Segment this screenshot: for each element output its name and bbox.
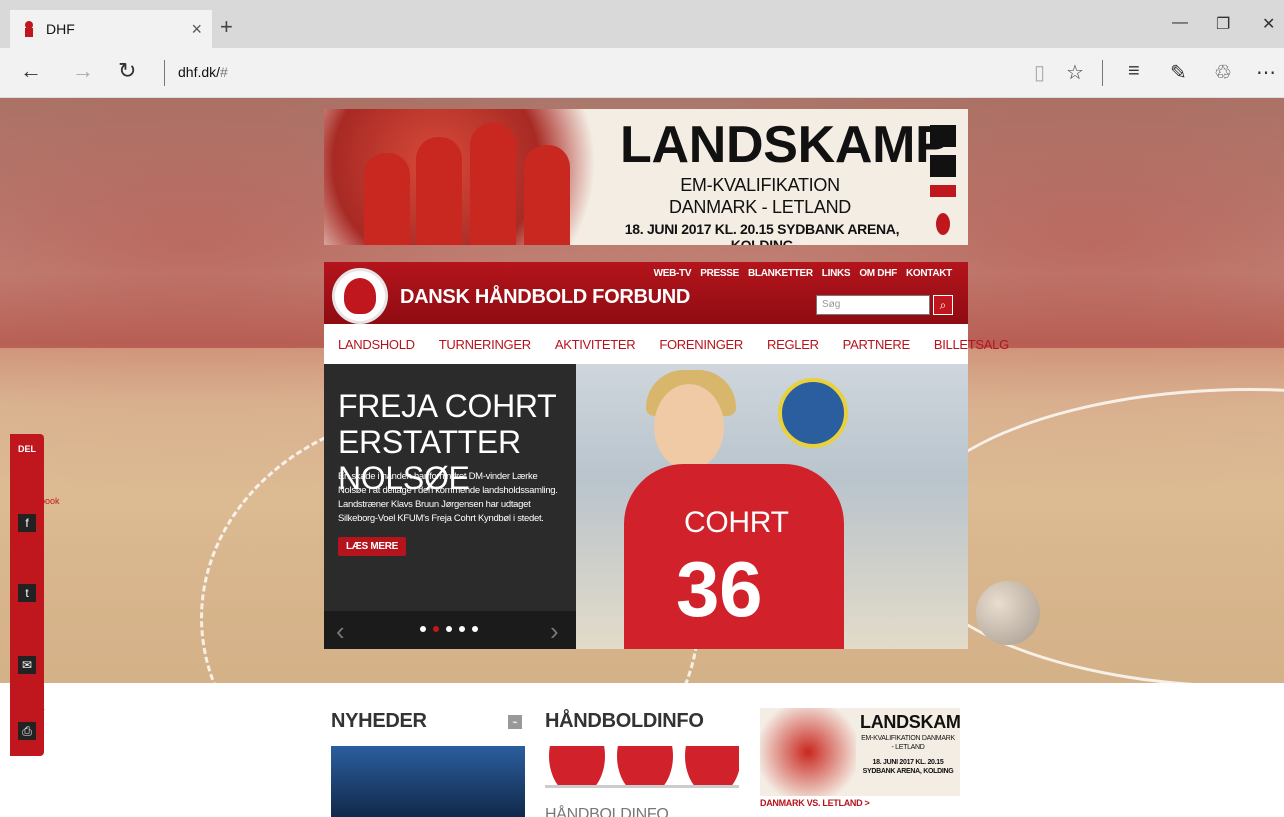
stripe xyxy=(617,746,673,785)
print-hint: v xyxy=(40,706,45,716)
jersey-name: COHRT xyxy=(684,506,789,539)
facebook-icon[interactable]: f xyxy=(18,514,36,532)
sponsor-logo xyxy=(930,125,956,147)
stripe xyxy=(685,746,739,785)
slider-dot[interactable] xyxy=(433,626,439,632)
banner-match: DANMARK - LETLAND xyxy=(669,197,851,217)
banner-subtitle: EM-KVALIFIKATION xyxy=(680,175,840,195)
divider xyxy=(1102,60,1103,86)
top-link-presse[interactable]: PRESSE xyxy=(700,268,739,279)
landskamp-banner[interactable]: LANDSKAMP EM-KVALIFIKATION DANMARK - LET… xyxy=(324,109,968,245)
puma-logo xyxy=(930,155,956,177)
print-icon[interactable]: ⎙ xyxy=(18,722,36,740)
slider-dots xyxy=(420,626,478,632)
small-banner-date: 18. JUNI 2017 KL. 20.15 SYDBANK ARENA, K… xyxy=(862,759,954,775)
divider xyxy=(164,60,165,86)
org-name[interactable]: DANSK HÅNDBOLD FORBUND xyxy=(400,286,690,309)
banner-headline: LANDSKAMP xyxy=(620,116,950,174)
banner-date: 18. JUNI 2017 KL. 20.15 SYDBANK ARENA, K… xyxy=(624,221,900,245)
player-figure xyxy=(364,153,410,245)
news-heading[interactable]: NYHEDER xyxy=(331,710,427,733)
more-icon[interactable]: ⋯ xyxy=(1256,60,1276,85)
hero-player-head xyxy=(654,384,724,470)
share-label: DEL xyxy=(18,444,36,454)
nav-turneringer[interactable]: TURNERINGER xyxy=(439,337,531,352)
stripe xyxy=(549,746,605,785)
top-link-blanketter[interactable]: BLANKETTER xyxy=(748,268,813,279)
close-window-button[interactable]: ✕ xyxy=(1262,14,1275,34)
dhf-logo-mark xyxy=(344,278,376,314)
handball-decoration xyxy=(976,581,1040,645)
browser-tab[interactable]: DHF × xyxy=(10,10,212,48)
minimize-button[interactable]: — xyxy=(1172,14,1188,32)
top-link-links[interactable]: LINKS xyxy=(822,268,851,279)
tab-title: DHF xyxy=(46,21,75,37)
hub-icon[interactable]: ≡ xyxy=(1128,60,1140,83)
player-figure xyxy=(524,145,570,245)
top-link-kontakt[interactable]: KONTAKT xyxy=(906,268,952,279)
restore-button[interactable]: ❐ xyxy=(1216,14,1230,34)
slider-prev-icon[interactable]: ‹ xyxy=(336,616,345,647)
slider-dot[interactable] xyxy=(446,626,452,632)
hero-slider: COHRT 36 FREJA COHRT ERSTATTER NOLSØE En… xyxy=(324,364,968,649)
email-icon[interactable]: ✉ xyxy=(18,656,36,674)
small-banner-subtitle: EM-KVALIFIKATION DANMARK - LETLAND xyxy=(861,735,955,751)
top-links: WEB-TV PRESSE BLANKETTER LINKS OM DHF KO… xyxy=(654,268,953,279)
nav-foreninger[interactable]: FORENINGER xyxy=(659,337,743,352)
new-tab-button[interactable]: + xyxy=(220,14,233,40)
slider-dot[interactable] xyxy=(472,626,478,632)
player-figure xyxy=(470,123,516,245)
slider-next-icon[interactable]: › xyxy=(550,616,559,647)
top-link-om-dhf[interactable]: OM DHF xyxy=(859,268,897,279)
handboldinfo-graphic[interactable] xyxy=(545,746,739,788)
hero-text: En skade i hånden har forhindret DM-vind… xyxy=(338,471,558,524)
search-icon[interactable]: ⌕ xyxy=(933,295,953,315)
main-nav: LANDSHOLD TURNERINGER AKTIVITETER FORENI… xyxy=(324,324,1009,364)
rss-icon[interactable]: ⌁ xyxy=(508,715,522,729)
tab-close-icon[interactable]: × xyxy=(191,19,202,40)
share-icon[interactable]: ♲ xyxy=(1214,60,1232,85)
url-hash: # xyxy=(220,64,228,80)
small-banner-photo xyxy=(760,708,856,796)
dhf-logo[interactable] xyxy=(332,268,388,324)
slider-dot[interactable] xyxy=(459,626,465,632)
slider-dot[interactable] xyxy=(420,626,426,632)
facebook-hint: book xyxy=(40,496,60,506)
nav-billetsalg[interactable]: BILLETSALG xyxy=(934,337,1009,352)
hero-title-line1: FREJA COHRT xyxy=(338,388,557,424)
favorite-star-icon[interactable]: ☆ xyxy=(1066,60,1084,85)
nav-landshold[interactable]: LANDSHOLD xyxy=(338,337,415,352)
match-link[interactable]: DANMARK VS. LETLAND > xyxy=(760,798,870,808)
top-link-web-tv[interactable]: WEB-TV xyxy=(654,268,692,279)
webpage: LANDSKAMP EM-KVALIFIKATION DANMARK - LET… xyxy=(0,98,1284,817)
forward-icon[interactable]: → xyxy=(72,58,94,84)
nav-partnere[interactable]: PARTNERE xyxy=(843,337,911,352)
refresh-icon[interactable]: ↻ xyxy=(118,58,136,84)
address-bar: ← → ↻ dhf.dk/# ▯ ☆ ≡ ✎ ♲ ⋯ xyxy=(0,48,1284,98)
search-input[interactable]: Søg xyxy=(816,295,930,315)
dhf-favicon-icon xyxy=(25,21,33,37)
tab-bar: DHF × + — ❐ ✕ xyxy=(0,0,1284,48)
jersey-number: 36 xyxy=(676,545,763,633)
sponsor-logo xyxy=(930,185,956,197)
twitter-icon[interactable]: t xyxy=(18,584,36,602)
small-banner-title: LANDSKAMP xyxy=(860,712,960,732)
web-note-icon[interactable]: ✎ xyxy=(1170,60,1187,85)
nav-aktiviteter[interactable]: AKTIVITETER xyxy=(555,337,636,352)
share-sidebar: DEL book f t ✉ v ⎙ xyxy=(10,434,60,756)
handboldinfo-text: HÅNDBOLDINFO xyxy=(545,806,669,817)
news-image[interactable] xyxy=(331,746,525,817)
url-host: dhf.dk/ xyxy=(178,64,221,80)
read-more-button[interactable]: LÆS MERE xyxy=(338,537,407,556)
reading-view-icon[interactable]: ▯ xyxy=(1034,60,1045,85)
back-icon[interactable]: ← xyxy=(20,58,42,84)
player-figure xyxy=(416,137,462,245)
site-header: DANSK HÅNDBOLD FORBUND WEB-TV PRESSE BLA… xyxy=(324,262,968,324)
url-field[interactable]: dhf.dk/# xyxy=(178,64,228,80)
nav-regler[interactable]: REGLER xyxy=(767,337,819,352)
handball-graphic xyxy=(778,378,848,448)
small-landskamp-banner[interactable]: LANDSKAMP EM-KVALIFIKATION DANMARK - LET… xyxy=(760,708,960,796)
handboldinfo-heading[interactable]: HÅNDBOLDINFO xyxy=(545,710,704,733)
dhf-small-logo xyxy=(936,213,950,235)
